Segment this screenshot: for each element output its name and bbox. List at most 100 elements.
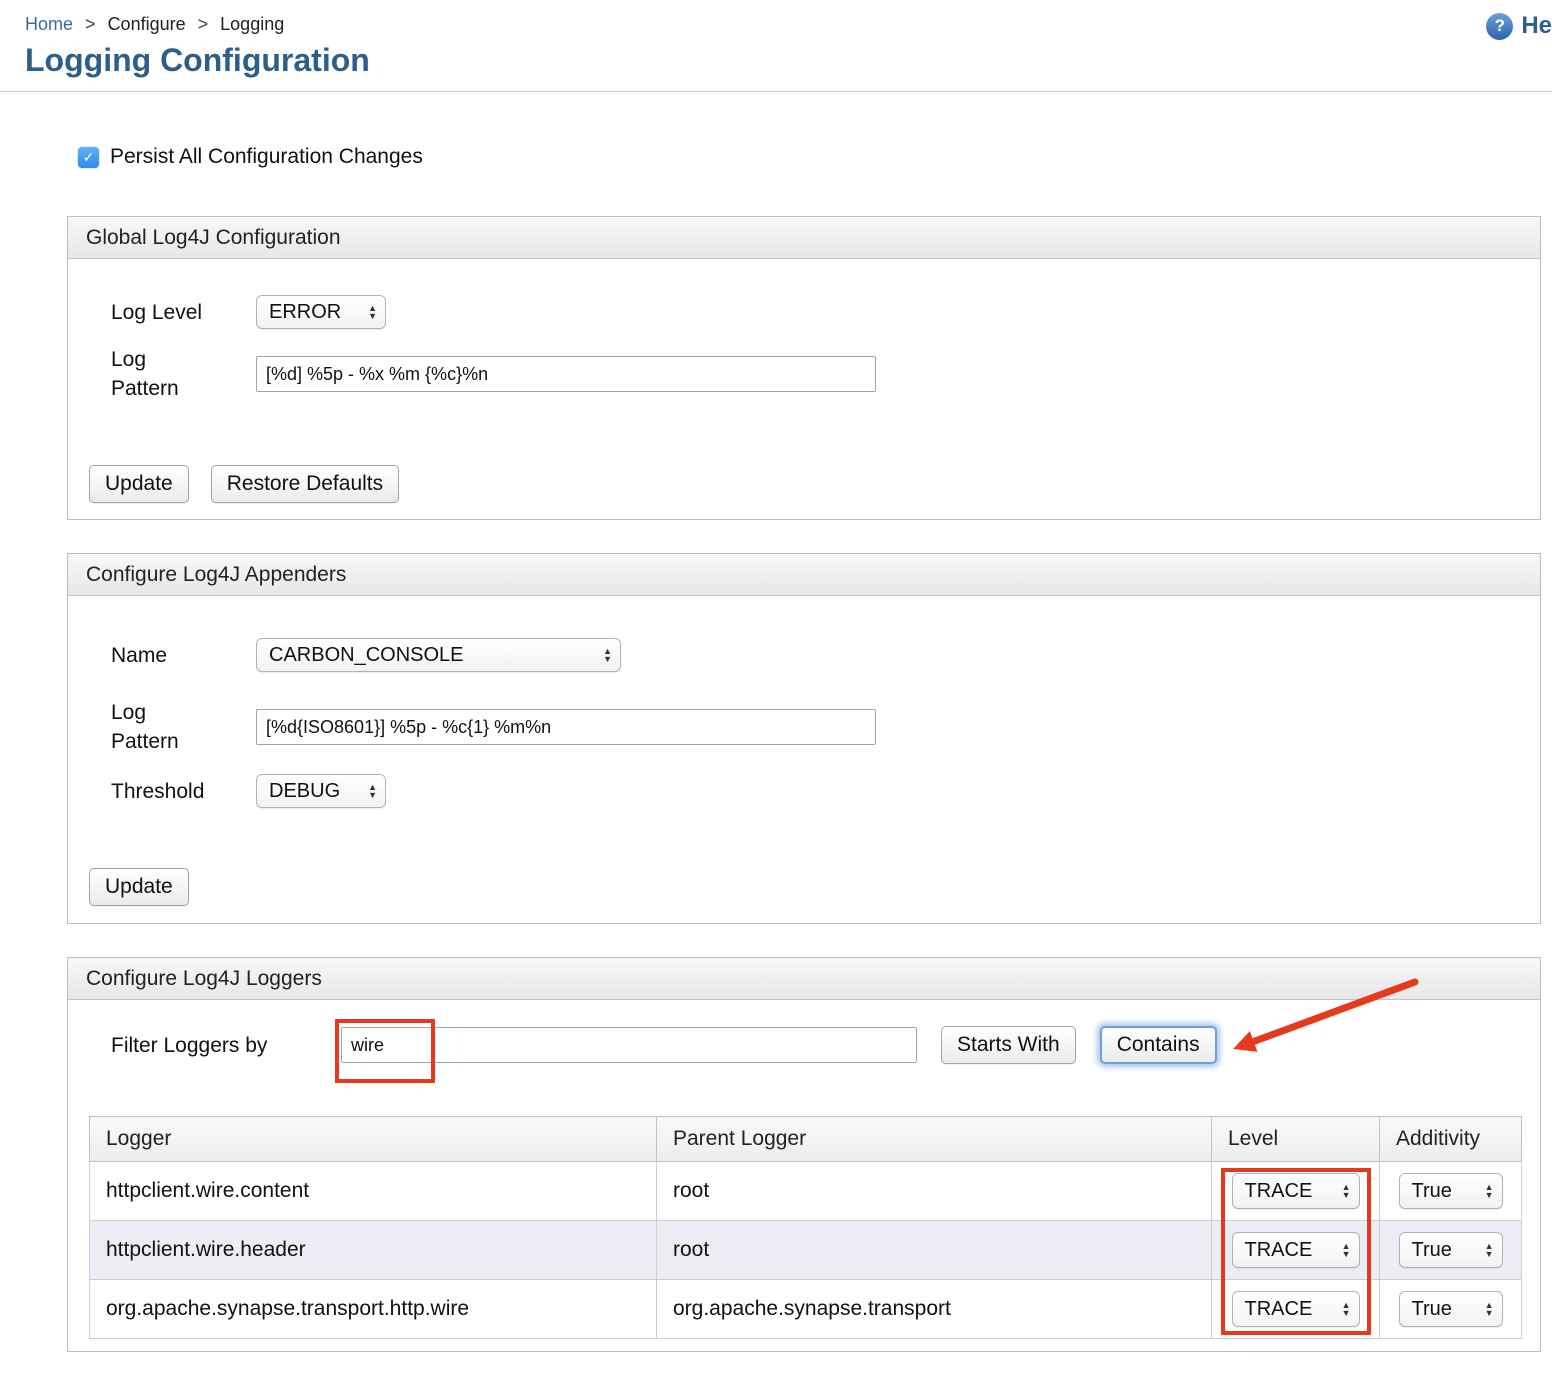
filter-input[interactable]: [341, 1027, 917, 1063]
appenders-panel-body: Name CARBON_CONSOLE ▲▼ Log Pattern Thres…: [68, 596, 1540, 923]
loggers-table: Logger Parent Logger Level Additivity ht…: [89, 1116, 1522, 1339]
logger-cell: httpclient.wire.content: [90, 1162, 657, 1221]
log-level-label: Log Level: [111, 298, 256, 327]
parent-logger-cell: root: [657, 1221, 1212, 1280]
select-updown-icon: ▲▼: [603, 647, 612, 663]
top-bar: Home > Configure > Logging ? He: [0, 0, 1552, 26]
question-mark: ?: [1495, 16, 1505, 36]
table-row: org.apache.synapse.transport.http.wire o…: [90, 1280, 1522, 1339]
update-button[interactable]: Update: [89, 465, 189, 503]
appender-name-value: CARBON_CONSOLE: [269, 644, 464, 667]
log-pattern-label: Log Pattern: [111, 345, 256, 403]
appenders-buttons-row: Update: [89, 868, 1520, 906]
log-level-select[interactable]: ERROR ▲▼: [256, 295, 386, 329]
additivity-value: True: [1412, 1239, 1452, 1262]
level-select[interactable]: TRACE ▲▼: [1232, 1291, 1360, 1327]
additivity-select[interactable]: True ▲▼: [1399, 1173, 1503, 1209]
persist-label: Persist All Configuration Changes: [110, 145, 423, 169]
global-panel-header: Global Log4J Configuration: [68, 217, 1540, 259]
logger-cell: httpclient.wire.header: [90, 1221, 657, 1280]
breadcrumb-configure[interactable]: Configure: [108, 14, 186, 34]
help-link[interactable]: ? He: [1486, 12, 1552, 40]
help-label: He: [1521, 12, 1552, 40]
appender-name-label: Name: [111, 641, 256, 670]
threshold-label: Threshold: [111, 777, 256, 806]
col-header-additivity: Additivity: [1380, 1117, 1522, 1162]
breadcrumb: Home > Configure > Logging: [25, 14, 1552, 35]
global-log4j-panel: Global Log4J Configuration Log Level ERR…: [67, 216, 1541, 520]
level-select[interactable]: TRACE ▲▼: [1232, 1232, 1360, 1268]
additivity-value: True: [1412, 1180, 1452, 1203]
logger-cell: org.apache.synapse.transport.http.wire: [90, 1280, 657, 1339]
col-header-logger: Logger: [90, 1117, 657, 1162]
appenders-panel-header: Configure Log4J Appenders: [68, 554, 1540, 596]
breadcrumb-logging: Logging: [220, 14, 284, 34]
col-header-level: Level: [1212, 1117, 1380, 1162]
threshold-row: Threshold DEBUG ▲▼: [111, 774, 1520, 808]
threshold-value: DEBUG: [269, 780, 340, 803]
select-updown-icon: ▲▼: [1485, 1183, 1494, 1199]
additivity-select[interactable]: True ▲▼: [1399, 1232, 1503, 1268]
starts-with-button[interactable]: Starts With: [941, 1026, 1076, 1064]
additivity-cell: True ▲▼: [1380, 1162, 1522, 1221]
additivity-cell: True ▲▼: [1380, 1221, 1522, 1280]
log-level-value: ERROR: [269, 301, 341, 324]
select-updown-icon: ▲▼: [1485, 1242, 1494, 1258]
loggers-panel-header: Configure Log4J Loggers: [68, 958, 1540, 1000]
restore-defaults-button[interactable]: Restore Defaults: [211, 465, 399, 503]
appender-pattern-row: Log Pattern: [111, 698, 1520, 756]
filter-input-wrap: [341, 1027, 917, 1063]
additivity-cell: True ▲▼: [1380, 1280, 1522, 1339]
global-panel-title: Global Log4J Configuration: [86, 226, 341, 250]
breadcrumb-separator: >: [85, 14, 96, 34]
level-value: TRACE: [1245, 1180, 1313, 1203]
persist-checkbox[interactable]: ✓: [78, 147, 99, 168]
select-updown-icon: ▲▼: [1342, 1183, 1351, 1199]
filter-row: Filter Loggers by Starts With Contains: [111, 1026, 1520, 1064]
select-updown-icon: ▲▼: [1342, 1301, 1351, 1317]
select-updown-icon: ▲▼: [368, 783, 377, 799]
loggers-panel-body: Filter Loggers by Starts With Contains: [68, 1000, 1540, 1351]
parent-logger-cell: org.apache.synapse.transport: [657, 1280, 1212, 1339]
appenders-panel: Configure Log4J Appenders Name CARBON_CO…: [67, 553, 1541, 924]
loggers-table-wrap: Logger Parent Logger Level Additivity ht…: [89, 1116, 1520, 1339]
breadcrumb-home-link[interactable]: Home: [25, 14, 73, 34]
log-pattern-input[interactable]: [256, 356, 876, 392]
parent-logger-cell: root: [657, 1162, 1212, 1221]
loggers-panel-title: Configure Log4J Loggers: [86, 967, 322, 991]
level-value: TRACE: [1245, 1298, 1313, 1321]
appender-name-row: Name CARBON_CONSOLE ▲▼: [111, 638, 1520, 672]
appenders-panel-title: Configure Log4J Appenders: [86, 563, 346, 587]
global-buttons-row: Update Restore Defaults: [89, 465, 1520, 503]
filter-label: Filter Loggers by: [111, 1031, 341, 1060]
log-level-row: Log Level ERROR ▲▼: [111, 295, 1520, 329]
help-icon: ?: [1486, 13, 1513, 40]
contains-button[interactable]: Contains: [1100, 1026, 1217, 1064]
log-pattern-row: Log Pattern: [111, 345, 1520, 403]
appender-pattern-label: Log Pattern: [111, 698, 256, 756]
logging-configuration-page: Home > Configure > Logging ? He Logging …: [0, 0, 1552, 1392]
checkmark-icon: ✓: [83, 149, 95, 166]
level-cell: TRACE ▲▼: [1212, 1162, 1380, 1221]
select-updown-icon: ▲▼: [1485, 1301, 1494, 1317]
table-row: httpclient.wire.content root TRACE ▲▼: [90, 1162, 1522, 1221]
level-cell: TRACE ▲▼: [1212, 1221, 1380, 1280]
appenders-update-button[interactable]: Update: [89, 868, 189, 906]
additivity-value: True: [1412, 1298, 1452, 1321]
table-header-row: Logger Parent Logger Level Additivity: [90, 1117, 1522, 1162]
additivity-select[interactable]: True ▲▼: [1399, 1291, 1503, 1327]
global-panel-body: Log Level ERROR ▲▼ Log Pattern Update Re…: [68, 259, 1540, 519]
table-row: httpclient.wire.header root TRACE ▲▼: [90, 1221, 1522, 1280]
persist-row: ✓ Persist All Configuration Changes: [78, 146, 1552, 168]
appender-name-select[interactable]: CARBON_CONSOLE ▲▼: [256, 638, 621, 672]
page-title: Logging Configuration: [25, 42, 1552, 79]
level-value: TRACE: [1245, 1239, 1313, 1262]
loggers-panel: Configure Log4J Loggers Filter Loggers b…: [67, 957, 1541, 1352]
appender-pattern-input[interactable]: [256, 709, 876, 745]
select-updown-icon: ▲▼: [1342, 1242, 1351, 1258]
breadcrumb-separator: >: [198, 14, 209, 34]
title-divider: [0, 91, 1552, 92]
col-header-parent-logger: Parent Logger: [657, 1117, 1212, 1162]
level-select[interactable]: TRACE ▲▼: [1232, 1173, 1360, 1209]
threshold-select[interactable]: DEBUG ▲▼: [256, 774, 386, 808]
